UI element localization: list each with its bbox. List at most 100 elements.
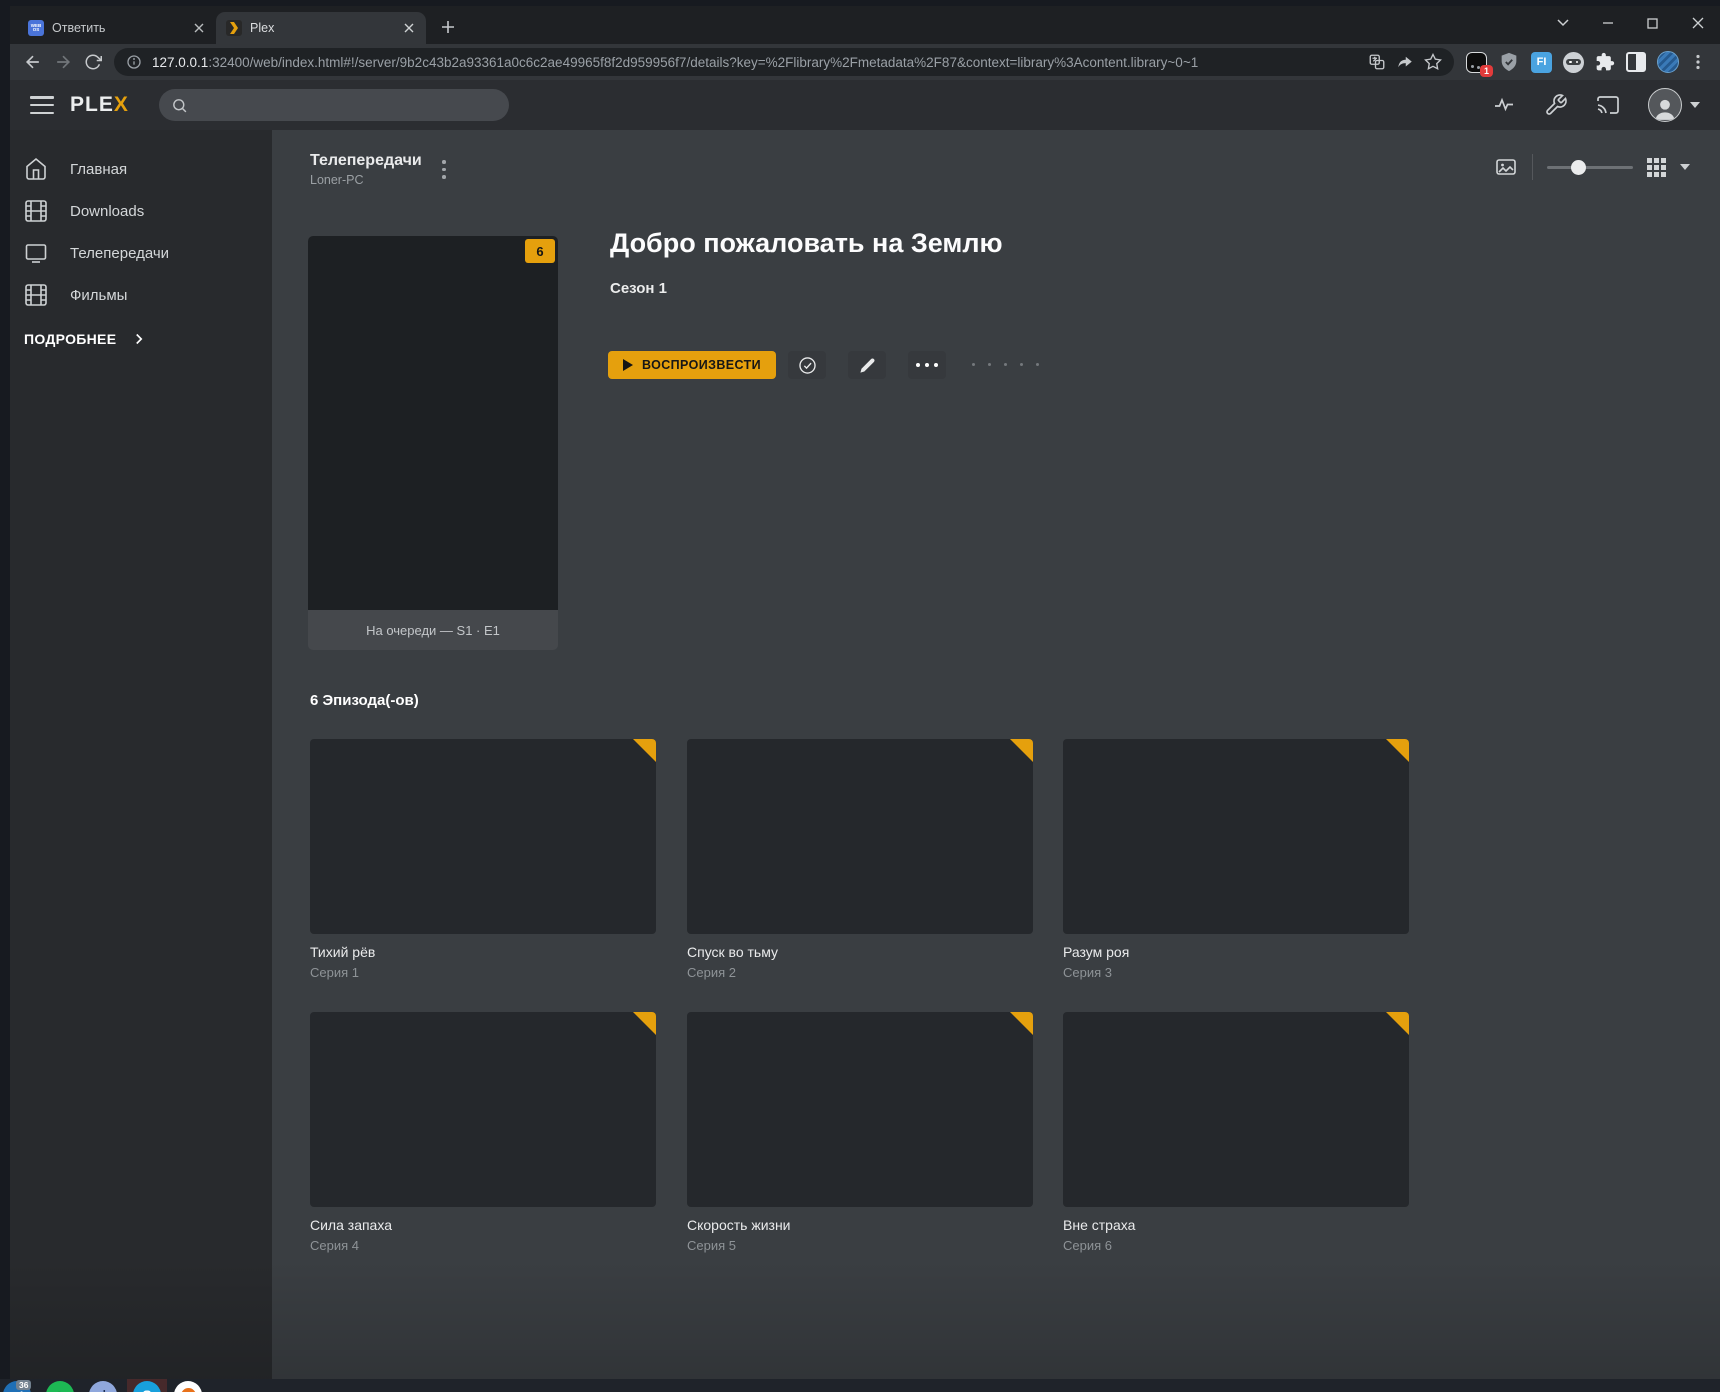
unwatched-corner-badge [1010,739,1033,762]
episode-card-4[interactable]: Сила запаха Серия 4 [310,1012,656,1253]
edit-button[interactable] [848,351,886,379]
show-title: Добро пожаловать на Землю [610,228,1003,259]
episode-number: Серия 4 [310,1238,656,1253]
sidebar-item-home[interactable]: Главная [10,148,272,190]
sphere-extension-icon[interactable] [1657,51,1679,73]
activity-icon[interactable] [1492,93,1516,117]
episode-thumbnail[interactable] [1063,739,1409,934]
episode-title[interactable]: Тихий рёв [310,944,656,960]
plex-app: PLEX [10,80,1720,1379]
size-slider[interactable] [1547,166,1633,169]
tab-close-icon[interactable] [400,19,418,37]
season-poster[interactable]: 6 [308,236,558,610]
episode-card-6[interactable]: Вне страха Серия 6 [1063,1012,1409,1253]
telegram-unread-badge: 36 [16,1380,31,1390]
library-title: Телепередачи [310,152,422,170]
unwatched-corner-badge [633,1012,656,1035]
episode-title[interactable]: Скорость жизни [687,1217,1033,1233]
shield-check-icon[interactable] [1498,51,1520,73]
hamburger-menu-icon[interactable] [30,96,54,114]
more-actions-button[interactable] [908,351,946,379]
episode-card-2[interactable]: Спуск во тьму Серия 2 [687,739,1033,980]
tab-square-extension-icon[interactable] [1626,52,1646,72]
spotify-taskbar-icon[interactable] [46,1381,74,1392]
orange-app-taskbar-icon[interactable] [174,1381,202,1392]
episode-card-1[interactable]: Тихий рёв Серия 1 [310,739,656,980]
site-info-icon[interactable] [126,54,142,70]
minimize-icon[interactable] [1585,6,1630,40]
episode-title[interactable]: Спуск во тьму [687,944,1033,960]
reload-icon[interactable] [78,47,108,77]
tab-close-icon[interactable] [190,19,208,37]
sidebar-more-button[interactable]: ПОДРОБНЕЕ [10,330,272,348]
sidebar-item-tv-shows[interactable]: Телепередачи [10,232,272,274]
unwatched-corner-badge [1010,1012,1033,1035]
robot-extension-icon[interactable] [1563,52,1584,73]
sidebar-item-movies[interactable]: Фильмы [10,274,272,316]
divider [1532,154,1533,180]
cast-icon[interactable] [1596,93,1620,117]
forward-icon[interactable] [48,47,78,77]
account-menu[interactable] [1648,88,1700,122]
tab-otvetit[interactable]: WEB OS Ответить [18,12,216,44]
extension-update-icon[interactable]: 1 [1466,52,1487,73]
window-controls [1540,6,1720,40]
ab-taskbar-icon[interactable]: ab [89,1381,117,1392]
plex-favicon-icon [226,20,242,36]
new-tab-button[interactable] [434,13,462,41]
unwatched-count-badge: 6 [525,239,555,263]
season-poster-card[interactable]: 6 На очереди — S1 · E1 [308,236,558,650]
home-icon [24,157,48,181]
rating-stars[interactable] [972,363,1039,366]
episode-thumbnail[interactable] [310,1012,656,1207]
unwatched-corner-badge [1386,739,1409,762]
play-button[interactable]: ВОСПРОИЗВЕСТИ [608,351,776,379]
view-caret-icon[interactable] [1680,164,1690,170]
search-input[interactable] [196,97,497,113]
browser-toolbar: 127.0.0.1:32400/web/index.html#!/server/… [10,44,1720,80]
episode-card-5[interactable]: Скорость жизни Серия 5 [687,1012,1033,1253]
mark-watched-button[interactable] [788,351,826,379]
webos-favicon-icon: WEB OS [28,20,44,36]
episode-number: Серия 6 [1063,1238,1409,1253]
play-button-label: ВОСПРОИЗВЕСТИ [642,358,761,372]
episode-thumbnail[interactable] [1063,1012,1409,1207]
sidebar-more-label: ПОДРОБНЕЕ [24,331,116,347]
maximize-icon[interactable] [1630,6,1675,40]
slider-knob[interactable] [1571,160,1586,175]
tab-plex[interactable]: Plex [216,12,426,44]
chevron-right-icon [130,330,148,348]
episode-thumbnail[interactable] [310,739,656,934]
episode-title[interactable]: Вне страха [1063,1217,1409,1233]
library-more-menu-icon[interactable] [442,160,446,179]
share-icon[interactable] [1396,53,1414,71]
bookmark-star-icon[interactable] [1424,53,1442,71]
plex-logo-main: PLE [70,93,114,116]
episode-thumbnail[interactable] [687,739,1033,934]
episodes-count-header: 6 Эпизода(-ов) [310,692,419,709]
address-bar[interactable]: 127.0.0.1:32400/web/index.html#!/server/… [114,48,1454,76]
translate-icon[interactable] [1368,53,1386,71]
episode-title[interactable]: Разум роя [1063,944,1409,960]
settings-wrench-icon[interactable] [1544,93,1568,117]
server-name: Loner-PC [310,173,422,187]
pencil-icon [859,357,876,374]
episode-card-3[interactable]: Разум роя Серия 3 [1063,739,1409,980]
fi-extension-icon[interactable]: FI [1531,52,1552,73]
url-host: 127.0.0.1 [152,55,208,70]
sidebar-item-label: Downloads [70,203,144,220]
puzzle-extensions-icon[interactable] [1595,52,1615,72]
back-icon[interactable] [18,47,48,77]
url-path: :32400/web/index.html#!/server/9b2c43b2a… [208,55,1198,70]
close-window-icon[interactable] [1675,6,1720,40]
poster-view-icon[interactable] [1494,155,1518,179]
grid-view-icon[interactable] [1647,158,1666,177]
search-bar[interactable] [159,89,509,121]
sidebar-item-downloads[interactable]: Downloads [10,190,272,232]
windows-taskbar: 36 ab S [0,1379,1720,1392]
episode-title[interactable]: Сила запаха [310,1217,656,1233]
window-menu-caret-icon[interactable] [1540,6,1585,40]
episode-thumbnail[interactable] [687,1012,1033,1207]
plex-logo[interactable]: PLEX [70,93,129,117]
browser-menu-icon[interactable] [1690,54,1706,70]
